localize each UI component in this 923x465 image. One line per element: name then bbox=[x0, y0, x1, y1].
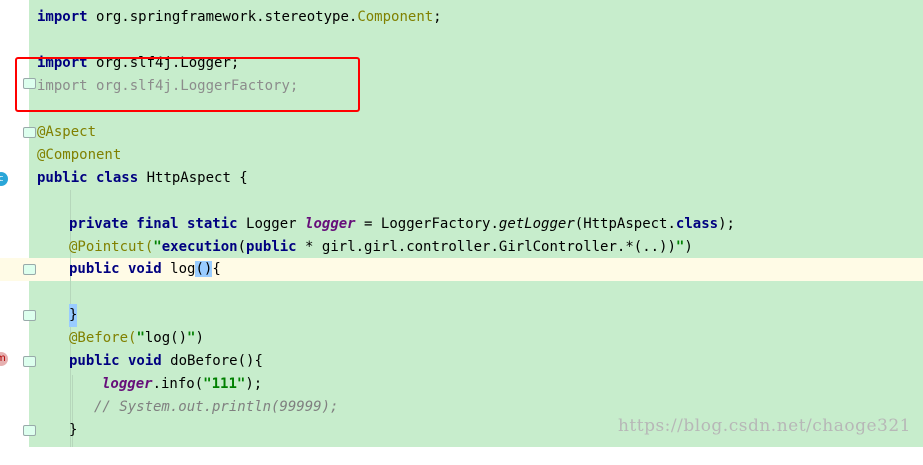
annotation: @Pointcut( bbox=[69, 239, 154, 255]
code-line[interactable]: public void log(){ bbox=[0, 258, 923, 281]
string-quote: " bbox=[136, 330, 145, 346]
semicolon: ; bbox=[433, 9, 442, 25]
code-line[interactable]: import org.springframework.stereotype.Co… bbox=[0, 6, 923, 29]
annotation: @Aspect bbox=[37, 124, 97, 140]
code-line[interactable]: } bbox=[0, 304, 923, 327]
code-line[interactable]: logger.info("111"); bbox=[0, 373, 923, 396]
code-line[interactable]: @Pointcut("execution(public * girl.girl.… bbox=[0, 236, 923, 259]
assignment: = LoggerFactory. bbox=[364, 216, 499, 232]
keyword: public class bbox=[37, 170, 139, 186]
annotation: @Before( bbox=[69, 330, 137, 346]
fold-marker-icon[interactable] bbox=[23, 310, 36, 321]
package-path: org.springframework.stereotype. bbox=[96, 9, 358, 25]
method-call: .info( bbox=[152, 376, 204, 392]
paren-match: () bbox=[195, 261, 213, 277]
args: (HttpAspect. bbox=[574, 216, 676, 232]
code-line[interactable]: private final static Logger logger = Log… bbox=[0, 213, 923, 236]
watermark: https://blog.csdn.net/chaoge321 bbox=[617, 416, 911, 436]
string-literal: "111" bbox=[203, 376, 246, 392]
class-declaration: HttpAspect { bbox=[146, 170, 248, 186]
string-quote: " bbox=[153, 239, 162, 255]
pointcut-designator: execution bbox=[161, 239, 238, 255]
type-name: Logger bbox=[246, 216, 297, 232]
annotation: @Component bbox=[37, 147, 122, 163]
field-name: logger bbox=[102, 376, 153, 392]
fold-marker-icon[interactable] bbox=[23, 127, 36, 138]
keyword: public bbox=[246, 239, 297, 255]
advice-value: log() bbox=[144, 330, 188, 346]
code-line[interactable]: @Component bbox=[0, 144, 923, 167]
code-line[interactable]: @Aspect bbox=[0, 121, 923, 144]
fold-marker-icon[interactable] bbox=[23, 356, 36, 367]
field-name: logger bbox=[305, 216, 356, 232]
line-end: ); bbox=[245, 376, 263, 392]
brace: } bbox=[69, 304, 78, 327]
code-line[interactable]: public class HttpAspect { bbox=[0, 167, 923, 190]
keyword: public void bbox=[69, 261, 162, 277]
code-line[interactable]: @Before("log()") bbox=[0, 327, 923, 350]
code-line[interactable]: public void doBefore(){ bbox=[0, 350, 923, 373]
method-name: log bbox=[170, 261, 196, 277]
brace: } bbox=[69, 422, 78, 438]
brace: { bbox=[212, 261, 221, 277]
paren: ) bbox=[195, 330, 204, 346]
paren: ( bbox=[237, 239, 247, 255]
keyword: class bbox=[675, 216, 719, 232]
paren: ) bbox=[684, 239, 693, 255]
comment: // System.out.println(99999); bbox=[94, 399, 339, 415]
line-end: ); bbox=[718, 216, 735, 232]
pointcut-expression: * girl.girl.controller.GirlController.*(… bbox=[305, 239, 676, 255]
class-name: Component bbox=[357, 9, 434, 25]
keyword: import bbox=[37, 9, 88, 25]
keyword: private final static bbox=[69, 216, 238, 232]
annotation-highlight-box bbox=[15, 57, 360, 112]
fold-marker-icon[interactable] bbox=[23, 264, 36, 275]
keyword: public void bbox=[69, 353, 162, 369]
fold-marker-icon[interactable] bbox=[23, 425, 36, 436]
method-call: getLogger bbox=[498, 216, 575, 232]
method-signature: doBefore(){ bbox=[170, 353, 263, 369]
